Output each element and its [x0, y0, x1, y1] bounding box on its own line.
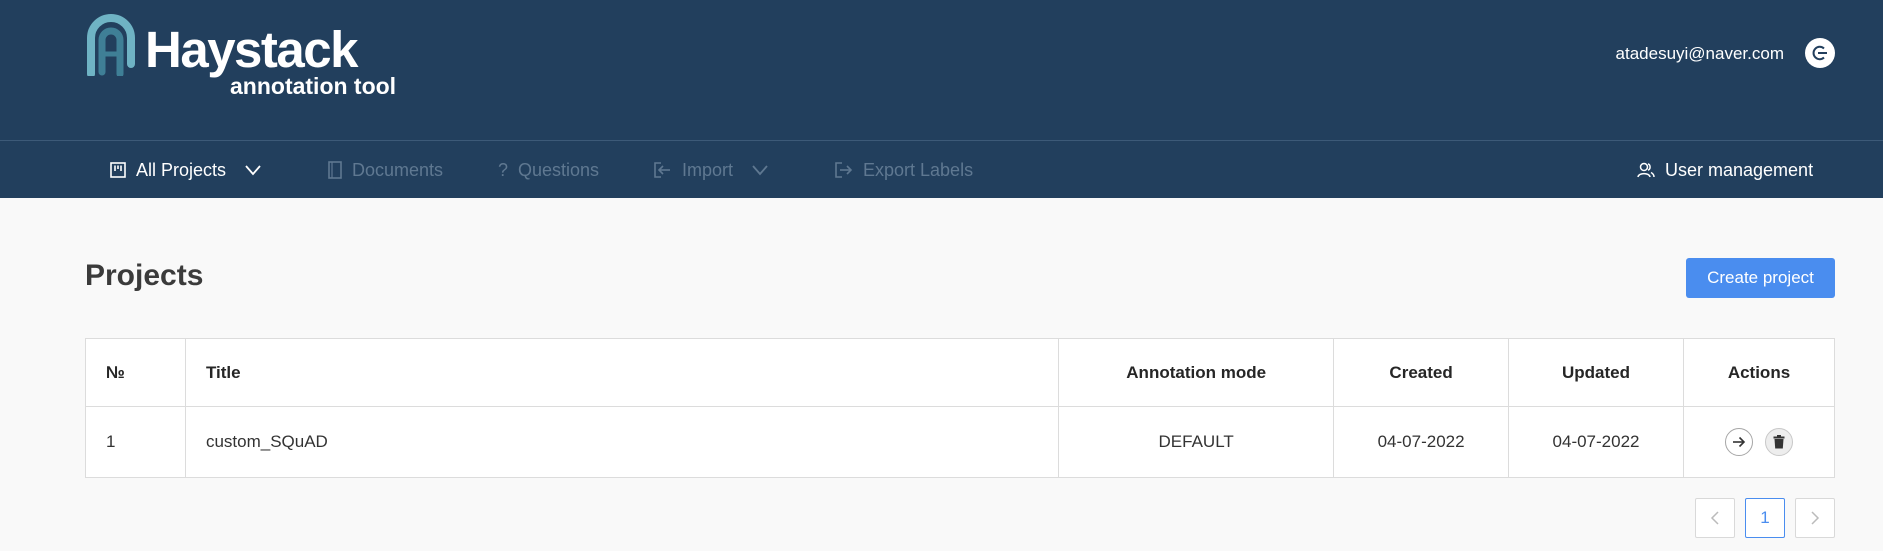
chevron-left-icon: [1710, 511, 1719, 525]
question-icon: ?: [498, 159, 509, 180]
nav-export-labels-label: Export Labels: [863, 159, 974, 180]
column-header-annotation-mode: Annotation mode: [1058, 338, 1335, 407]
create-project-button[interactable]: Create project: [1686, 258, 1835, 298]
cell-number: 1: [85, 406, 186, 478]
nav-all-projects-label: All Projects: [136, 159, 227, 180]
cell-title: custom_SQuAD: [184, 406, 1060, 478]
pagination-prev-button[interactable]: [1695, 498, 1735, 538]
nav-documents[interactable]: Documents: [328, 141, 443, 198]
pagination-next-button[interactable]: [1795, 498, 1835, 538]
row-actions: [1704, 428, 1814, 456]
cell-created: 04-07-2022: [1333, 406, 1510, 478]
delete-project-button[interactable]: [1764, 428, 1793, 456]
nav-import-label: Import: [682, 159, 734, 180]
pagination-page-current[interactable]: 1: [1745, 498, 1785, 538]
logo-text: Haystack: [145, 21, 359, 78]
user-email: atadesuyi@naver.com: [1615, 44, 1784, 63]
projects-table: № Title Annotation mode Created Updated …: [85, 338, 1836, 478]
document-icon: [328, 160, 342, 179]
page-title: Projects: [85, 259, 204, 292]
nav-questions[interactable]: ? Questions: [498, 141, 599, 198]
column-header-title: Title: [184, 338, 1060, 407]
logo-mark-icon: [87, 14, 135, 76]
cell-actions: [1682, 406, 1836, 478]
nav-all-projects[interactable]: All Projects: [110, 141, 262, 198]
table-row: 1 custom_SQuAD DEFAULT 04-07-2022 04-07-…: [85, 406, 1836, 478]
projects-icon: [110, 161, 126, 178]
column-header-created: Created: [1333, 338, 1510, 407]
import-icon: [654, 161, 670, 178]
trash-icon: [1773, 435, 1785, 449]
cell-annotation-mode: DEFAULT: [1058, 406, 1335, 478]
logout-icon: [1812, 45, 1827, 61]
table-header-row: № Title Annotation mode Created Updated …: [85, 338, 1836, 407]
nav-user-management-label: User management: [1665, 159, 1814, 180]
nav-documents-label: Documents: [352, 159, 444, 180]
users-icon: [1637, 162, 1655, 177]
chevron-down-icon: [752, 164, 768, 175]
logout-button[interactable]: [1805, 38, 1835, 68]
haystack-logo[interactable]: Haystack annotation tool: [86, 14, 406, 104]
nav-user-management[interactable]: User management: [1637, 141, 1813, 198]
arrow-right-icon: [1732, 436, 1746, 448]
logo-subtitle: annotation tool: [230, 73, 397, 99]
cell-updated: 04-07-2022: [1508, 406, 1684, 478]
column-header-updated: Updated: [1508, 338, 1684, 407]
top-nav: All Projects Documents ? Questions Impor…: [0, 140, 1883, 198]
nav-questions-label: Questions: [518, 159, 600, 180]
nav-import[interactable]: Import: [654, 141, 769, 198]
column-header-actions: Actions: [1682, 338, 1836, 407]
column-header-number: №: [85, 338, 186, 407]
chevron-right-icon: [1811, 511, 1820, 525]
export-icon: [835, 161, 853, 178]
nav-export-labels[interactable]: Export Labels: [835, 141, 973, 198]
chevron-down-icon: [245, 164, 261, 175]
open-project-button[interactable]: [1724, 428, 1753, 456]
app-header: Haystack annotation tool atadesuyi@naver…: [0, 0, 1883, 140]
